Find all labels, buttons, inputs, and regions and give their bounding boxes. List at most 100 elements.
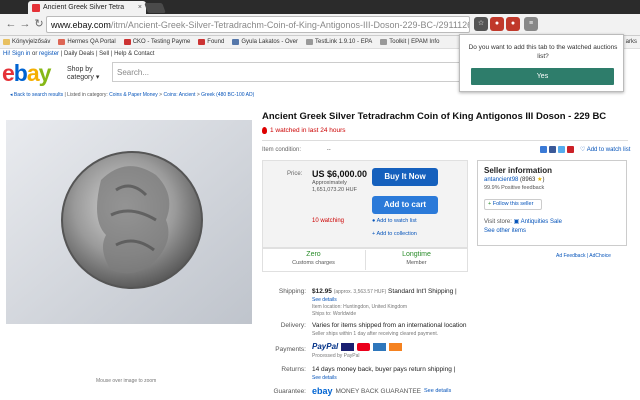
signin-link[interactable]: Hi! Sign in [3,51,30,57]
ships-to: Ships to: Worldwide [312,311,357,317]
guarantee-details-link[interactable]: See details [424,388,451,394]
add-to-collection-link[interactable]: + Add to collection [372,231,417,237]
ebay-logo[interactable]: ebay [2,62,51,85]
extension-icon[interactable]: ☆ [474,17,488,31]
delivery-sub: Seller ships within 1 day after receivin… [312,331,439,337]
ebay-favicon-icon [32,3,40,12]
add-to-cart-button[interactable]: Add to cart [372,196,438,214]
bookmark-icon [58,39,66,45]
add-to-watch-list-link[interactable]: ♡ Add to watch list [580,146,630,153]
returns-value: 14 days money back, buyer pays return sh… [312,366,456,373]
extension-watch-icon[interactable]: ● [506,17,520,31]
guarantee-label: Guarantee: [273,388,306,395]
mastercard-icon [357,342,371,351]
item-location: Item location: Huntingdon, United Kingdo… [312,304,408,310]
positive-feedback: 99.9% Positive feedback [484,185,545,191]
see-other-items-link[interactable]: See other items [484,228,526,234]
email-share-icon[interactable] [540,146,547,153]
seller-score: (8963 [520,177,536,183]
approx-price: Approximately 1,651,073.20 HUF [312,180,357,193]
price: US $6,000.00 [312,169,368,179]
shipping-details-link[interactable]: See details [312,297,337,303]
customs-badge: Zero Customs charges [292,251,335,266]
bookmark-item[interactable]: Hermes QA Portal [58,39,116,45]
extension-badge-icon[interactable]: ● [490,17,504,31]
flame-icon [262,127,267,134]
ebay-small-logo: ebay [312,386,333,396]
bookmark-item[interactable]: arks [626,39,637,45]
delivery-value: Varies for items shipped from an interna… [312,322,467,329]
tab-title: Ancient Greek Silver Tetra [43,4,125,11]
chrome-menu-icon[interactable]: ≡ [524,17,538,31]
watch-tab-popup: Do you want to add this tab to the watch… [459,34,624,92]
delivery-label: Delivery: [280,322,306,329]
new-tab-button[interactable] [144,3,166,13]
visa-icon [341,342,355,351]
facebook-icon[interactable] [549,146,556,153]
returns-details-link[interactable]: See details [312,375,337,381]
bookmark-item[interactable]: TestLink 1.9.10 - EPA [306,39,372,45]
payment-methods: PayPal [312,342,403,351]
chevron-down-icon: ▾ [95,74,100,81]
bookmark-item[interactable]: Found [198,39,224,45]
watching-count: 10 watching [312,218,345,224]
shop-by-category[interactable]: Shop by category ▾ [67,66,99,82]
ad-feedback-link[interactable]: Ad Feedback [556,253,585,259]
bookmark-icon [123,39,131,45]
seller-info-box: Seller information antancient98 (8963 ★)… [477,160,627,246]
crumb-ancient[interactable]: Coins: Ancient [163,92,195,98]
reload-icon[interactable]: ↻ [32,17,46,31]
product-title: Ancient Greek Silver Tetradrachm Coin of… [262,111,607,122]
adchoice-link[interactable]: AdChoice [589,253,611,259]
forward-arrow-icon[interactable]: → [18,17,32,31]
yes-button[interactable]: Yes [471,68,614,85]
url-host: www.ebay.com [51,19,111,30]
bookmark-icon [306,39,314,45]
twitter-icon[interactable] [558,146,565,153]
processed-by: Processed by PayPal [312,353,360,359]
follow-seller-button[interactable]: + Follow this seller [484,199,542,210]
bookmark-item[interactable]: Toolkit | EPAM Info [380,39,439,45]
bookmark-item[interactable]: Könyvjelzősáv [3,39,50,45]
address-bar[interactable]: www.ebay.com/itm/Ancient-Greek-Silver-Te… [46,16,470,33]
member-badge: Longtime Member [402,251,431,266]
popup-message: Do you want to add this tab to the watch… [468,44,618,60]
condition-label: Item condition: -- [262,147,331,153]
back-to-results-link[interactable]: ◂ Back to search results [10,92,63,98]
url-path: /itm/Ancient-Greek-Silver-Tetradrachm-Co… [110,19,469,30]
bookmark-icon [232,39,240,45]
crumb-coins[interactable]: Coins & Paper Money [109,92,158,98]
breadcrumb: ◂ Back to search results | Listed in cat… [10,92,255,98]
seller-name[interactable]: antancient98 [484,177,518,183]
pinterest-icon[interactable] [567,146,574,153]
store-link[interactable]: Antiquities Sale [521,219,562,225]
folder-icon [3,39,10,45]
payments-label: Payments: [275,346,306,353]
discover-icon [389,342,403,351]
bookmark-item[interactable]: CKO - Testing Payme [123,39,190,45]
plus-icon: + [372,231,376,237]
amex-icon [373,342,387,351]
browser-tab[interactable]: Ancient Greek Silver Tetra × [28,1,146,14]
watched-notice: 1 watched in last 24 hours [262,127,346,134]
bookmark-item[interactable]: Gyula Lakatos - Over [232,39,298,45]
search-input[interactable]: Search... [112,62,462,82]
register-link[interactable]: register [39,51,59,57]
product-image[interactable] [6,120,252,324]
tab-close-icon[interactable]: × [138,4,142,11]
money-back-guarantee: ebay MONEY BACK GUARANTEE See details [312,386,452,396]
shipping-label: Shipping: [278,288,306,295]
star-icon: ★ [537,177,543,183]
paypal-logo: PayPal [312,342,339,351]
buy-it-now-button[interactable]: Buy It Now [372,168,438,186]
share-bar: ♡ Add to watch list [540,146,630,153]
seller-heading: Seller information [484,166,553,175]
add-to-watchlist-link[interactable]: ● Add to watch list [372,218,417,224]
price-label: Price: [287,171,303,177]
bookmark-icon [198,39,206,45]
zoom-hint: Mouse over image to zoom [96,378,157,384]
top-nav-links[interactable]: | Daily Deals | Sell | Help & Contact [59,51,155,57]
back-arrow-icon[interactable]: ← [4,17,18,31]
crumb-greek[interactable]: Greek (480 BC-100 AD) [201,92,254,98]
shipping-cost: $12.95 (approx. 3,563.57 HUF) Standard I… [312,288,457,295]
